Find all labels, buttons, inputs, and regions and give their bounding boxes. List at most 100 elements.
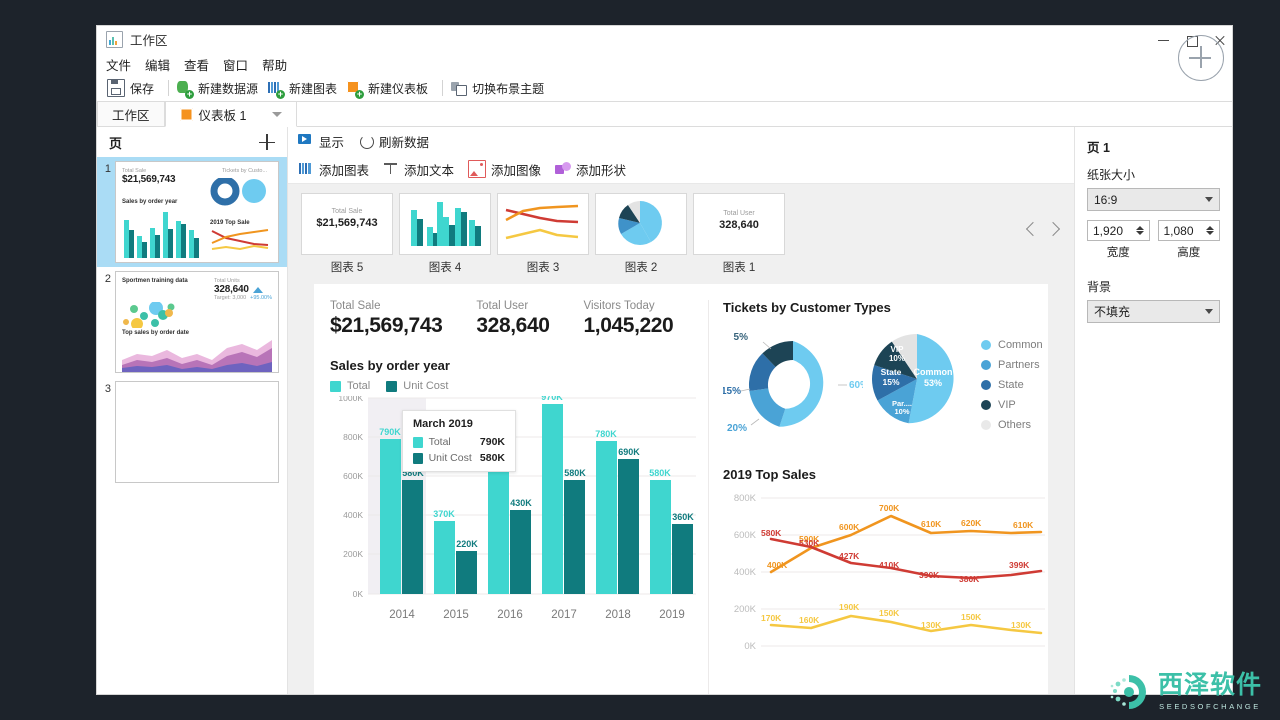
- page-number: 3: [104, 383, 111, 395]
- thumb2-target: Target: 3,000: [214, 295, 247, 301]
- pie-chart: Common 53% State 15% VIP 10% Par.... 10%: [872, 333, 954, 424]
- svg-text:580K: 580K: [564, 468, 586, 478]
- paper-size-label: 纸张大小: [1087, 168, 1136, 182]
- menu-item-view[interactable]: 查看: [184, 55, 209, 74]
- legend-label: Partners: [998, 359, 1040, 371]
- width-input[interactable]: 1,920: [1087, 220, 1150, 241]
- paper-size-select[interactable]: 16:9: [1087, 188, 1220, 211]
- svg-text:970K: 970K: [541, 396, 563, 402]
- thumb-donut-pie: [210, 178, 266, 206]
- new-datasource-icon: [177, 80, 195, 99]
- svg-text:2014: 2014: [389, 609, 415, 621]
- page-item-1[interactable]: 1 Total Sale $21,569,743 Tickets by Cust…: [97, 157, 287, 267]
- switch-theme-label: 切换布景主题: [472, 81, 545, 96]
- save-button[interactable]: 保存: [105, 77, 162, 99]
- add-page-icon[interactable]: [259, 134, 275, 150]
- chevron-down-icon: [1205, 197, 1213, 202]
- page-item-2[interactable]: 2 Sportmen training data Total Units 328…: [97, 267, 287, 377]
- gallery-kpi-label: Total User: [723, 210, 755, 217]
- page-thumbnail-3: [115, 381, 279, 483]
- tooltip-series-name: Unit Cost: [428, 452, 472, 464]
- gallery-item-chart-5[interactable]: Total Sale $21,569,743 图表 5: [298, 193, 396, 275]
- refresh-data-button[interactable]: 刷新数据: [360, 132, 429, 151]
- line-chart-svg: 800K600K400K 200K0K 400K 590K 600K 700K …: [734, 493, 1045, 652]
- minimize-icon[interactable]: [1158, 34, 1170, 46]
- svg-text:10%: 10%: [889, 354, 905, 363]
- switch-theme-icon: [451, 80, 468, 96]
- svg-text:800K: 800K: [734, 493, 757, 504]
- background-select[interactable]: 不填充: [1087, 300, 1220, 323]
- toolbar-separator-2: [442, 80, 444, 96]
- legend-item-vip: VIP: [981, 399, 1043, 411]
- dashboard-canvas[interactable]: Total Sale $21,569,743 Total User 328,64…: [314, 284, 1048, 694]
- new-dashboard-button[interactable]: 新建仪表板: [345, 78, 436, 99]
- window-title: 工作区: [130, 34, 168, 48]
- menu-item-window[interactable]: 窗口: [223, 55, 248, 74]
- add-shape-button[interactable]: 添加形状: [555, 160, 626, 179]
- bar-chart-title: Sales by order year: [330, 358, 450, 373]
- tab-workspace-label: 工作区: [112, 108, 150, 123]
- add-text-button[interactable]: 添加文本: [383, 160, 454, 179]
- stepper-arrows-icon[interactable]: [1206, 226, 1214, 235]
- show-button[interactable]: 显示: [298, 132, 344, 151]
- chevron-left-icon[interactable]: [1025, 221, 1041, 237]
- legend-item-total: Total: [330, 380, 370, 392]
- new-dashboard-icon: [347, 80, 365, 99]
- bar-chart-legend: Total Unit Cost: [330, 380, 702, 392]
- stepper-arrows-icon[interactable]: [1135, 226, 1144, 235]
- new-chart-button[interactable]: 新建图表: [266, 78, 345, 99]
- tab-bar-filler: [297, 101, 1232, 126]
- svg-text:1000K: 1000K: [338, 396, 363, 403]
- menu-bar: 文件 编辑 查看 窗口 帮助: [97, 53, 1232, 75]
- svg-text:150K: 150K: [879, 608, 900, 618]
- svg-text:400K: 400K: [734, 567, 757, 578]
- add-chart-button[interactable]: 添加图表: [298, 160, 369, 179]
- bar-chart: 1000K 800K 600K 400K 200K 0K 790K 580K 3…: [330, 396, 702, 694]
- new-chart-label: 新建图表: [289, 81, 338, 96]
- legend-dot: [981, 400, 991, 410]
- top-sales-title: 2019 Top Sales: [723, 467, 816, 482]
- add-shape-label: 添加形状: [576, 163, 627, 178]
- height-value: 1,080: [1163, 223, 1194, 238]
- center-panel: 显示 刷新数据 添加图表 添加文本 添加图像 添加形状 Total Sale $…: [288, 127, 1074, 694]
- play-show-icon: [298, 133, 314, 149]
- add-cursor-icon: [1178, 35, 1224, 81]
- svg-text:15%: 15%: [723, 386, 741, 397]
- dimensions-row: 1,920 1,080: [1087, 220, 1220, 241]
- switch-theme-button[interactable]: 切换布景主题: [449, 78, 552, 99]
- tab-dashboard-1[interactable]: 仪表板 1: [164, 101, 298, 127]
- properties-title: 页 1: [1087, 141, 1110, 155]
- new-datasource-button[interactable]: 新建数据源: [175, 78, 266, 99]
- svg-text:400K: 400K: [767, 560, 788, 570]
- gallery-item-chart-2[interactable]: 图表 2: [592, 193, 690, 275]
- thumb2-delta: +95.00%: [250, 295, 272, 301]
- chevron-right-icon[interactable]: [1045, 221, 1061, 237]
- page-item-3[interactable]: 3: [97, 377, 287, 487]
- gallery-caption: 图表 3: [526, 262, 560, 274]
- tab-workspace[interactable]: 工作区: [97, 101, 165, 126]
- svg-text:600K: 600K: [839, 522, 860, 532]
- chevron-down-icon[interactable]: [272, 111, 283, 117]
- svg-text:790K: 790K: [379, 427, 401, 437]
- menu-item-help[interactable]: 帮助: [262, 55, 287, 74]
- save-label: 保存: [130, 81, 155, 96]
- add-image-button[interactable]: 添加图像: [468, 160, 541, 179]
- refresh-icon: [360, 134, 375, 149]
- gallery-item-chart-1[interactable]: Total User 328,640 图表 1: [690, 193, 788, 275]
- height-input[interactable]: 1,080: [1157, 220, 1220, 241]
- pie-legend: Common Partners State VIP Others: [981, 339, 1043, 431]
- svg-text:53%: 53%: [924, 378, 942, 388]
- svg-text:600K: 600K: [734, 530, 757, 541]
- menu-item-edit[interactable]: 编辑: [145, 55, 170, 74]
- tooltip-series-name: Total: [428, 436, 451, 448]
- gallery-caption: 图表 2: [624, 262, 658, 274]
- svg-text:380K: 380K: [959, 574, 980, 584]
- svg-text:2017: 2017: [551, 609, 577, 621]
- svg-text:VIP: VIP: [891, 345, 905, 354]
- page-number: 1: [104, 163, 111, 175]
- menu-item-file[interactable]: 文件: [106, 55, 131, 74]
- brand-logo: 西泽软件 SEEDSOFCHANGE: [1109, 672, 1262, 712]
- new-chart-icon: [268, 80, 286, 99]
- gallery-item-chart-3[interactable]: 图表 3: [494, 193, 592, 275]
- gallery-item-chart-4[interactable]: 图表 4: [396, 193, 494, 275]
